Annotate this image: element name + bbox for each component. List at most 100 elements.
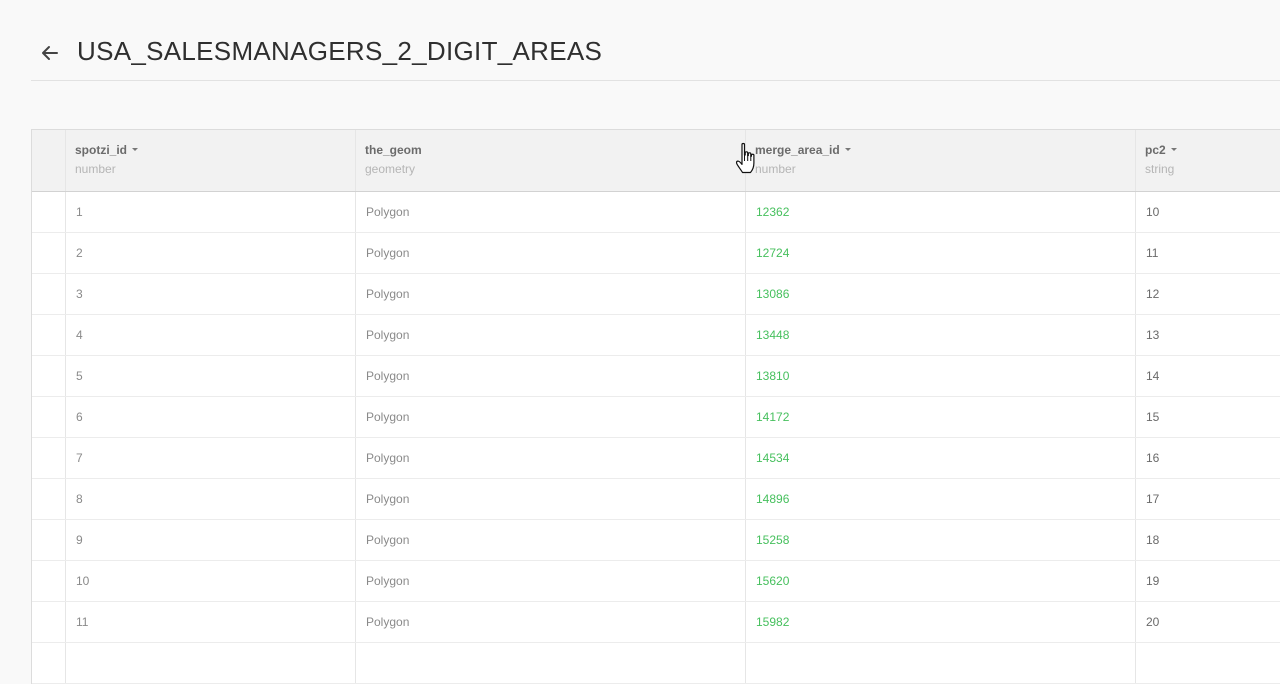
cell-value: Polygon [366,533,410,547]
cell-pc2[interactable]: 12 [1135,274,1280,314]
row-selector[interactable] [32,438,65,478]
cell-value: Polygon [366,492,410,506]
column-name[interactable]: pc2 [1145,143,1177,157]
cell-merge-area-id[interactable]: 15258 [745,520,1136,560]
cell-the-geom[interactable]: Polygon [355,356,746,396]
row-selector[interactable] [32,561,65,601]
cell-pc2[interactable]: 20 [1135,602,1280,642]
cell-merge-area-id[interactable]: 15982 [745,602,1136,642]
caret-down-icon[interactable] [844,148,851,152]
cell-spotzi-id[interactable]: 8 [65,479,356,519]
cell-value: Polygon [366,615,410,629]
cell-value: 3 [76,287,83,301]
cell-pc2[interactable]: 11 [1135,233,1280,273]
cell-spotzi-id[interactable]: 9 [65,520,356,560]
cell-merge-area-id[interactable]: 15620 [745,561,1136,601]
table-row[interactable]: 11 Polygon 15982 20 [32,602,1280,643]
row-selector[interactable] [32,192,65,232]
table-row[interactable]: 1 Polygon 12362 10 [32,192,1280,233]
cell-the-geom[interactable]: Polygon [355,438,746,478]
row-selector[interactable] [32,520,65,560]
caret-down-icon[interactable] [1170,148,1177,152]
table-row[interactable]: 4 Polygon 13448 13 [32,315,1280,356]
cell-merge-area-id[interactable] [745,643,1136,683]
cell-value: 11 [1146,246,1159,260]
cell-pc2[interactable]: 19 [1135,561,1280,601]
cell-spotzi-id[interactable]: 1 [65,192,356,232]
cell-pc2[interactable]: 16 [1135,438,1280,478]
row-selector[interactable] [32,602,65,642]
cell-value: 15620 [756,574,790,588]
table-row[interactable]: 6 Polygon 14172 15 [32,397,1280,438]
cell-value: 15 [1146,410,1160,424]
cell-pc2[interactable]: 18 [1135,520,1280,560]
row-selector[interactable] [32,315,65,355]
row-selector[interactable] [32,274,65,314]
cell-value: 13 [1146,328,1160,342]
cell-merge-area-id[interactable]: 14172 [745,397,1136,437]
cell-spotzi-id[interactable]: 5 [65,356,356,396]
cell-value: 18 [1146,533,1160,547]
cell-the-geom[interactable] [355,643,746,683]
cell-merge-area-id[interactable]: 12362 [745,192,1136,232]
cell-the-geom[interactable]: Polygon [355,397,746,437]
cell-merge-area-id[interactable]: 13086 [745,274,1136,314]
table-row[interactable]: 5 Polygon 13810 14 [32,356,1280,397]
cell-merge-area-id[interactable]: 13810 [745,356,1136,396]
cell-pc2[interactable]: 15 [1135,397,1280,437]
caret-down-icon[interactable] [132,148,139,152]
cell-pc2[interactable]: 17 [1135,479,1280,519]
cell-the-geom[interactable]: Polygon [355,602,746,642]
cell-the-geom[interactable]: Polygon [355,479,746,519]
row-selector[interactable] [32,643,65,683]
cell-merge-area-id[interactable]: 13448 [745,315,1136,355]
cell-pc2[interactable]: 13 [1135,315,1280,355]
cell-value: 13086 [756,287,790,301]
table-row[interactable]: 9 Polygon 15258 18 [32,520,1280,561]
row-selector[interactable] [32,356,65,396]
cell-value: Polygon [366,287,410,301]
cell-the-geom[interactable]: Polygon [355,520,746,560]
cell-merge-area-id[interactable]: 14534 [745,438,1136,478]
cell-value: 15258 [756,533,790,547]
column-type: number [755,162,796,176]
cell-merge-area-id[interactable]: 14896 [745,479,1136,519]
row-selector[interactable] [32,233,65,273]
table-row[interactable]: 3 Polygon 13086 12 [32,274,1280,315]
cell-the-geom[interactable]: Polygon [355,192,746,232]
column-header-merge-area-id[interactable]: merge_area_id number [745,130,1136,191]
table-row[interactable]: 10 Polygon 15620 19 [32,561,1280,602]
column-name[interactable]: spotzi_id [75,143,139,157]
cell-pc2[interactable]: 10 [1135,192,1280,232]
cell-spotzi-id[interactable]: 11 [65,602,356,642]
cell-value: 13810 [756,369,790,383]
table-row[interactable] [32,643,1280,684]
column-header-pc2[interactable]: pc2 string [1135,130,1280,191]
cell-spotzi-id[interactable]: 6 [65,397,356,437]
column-header-spotzi-id[interactable]: spotzi_id number [65,130,356,191]
cell-spotzi-id[interactable]: 3 [65,274,356,314]
row-selector[interactable] [32,479,65,519]
column-name[interactable]: merge_area_id [755,143,851,157]
column-header-the-geom[interactable]: the_geom geometry [355,130,746,191]
cell-value: Polygon [366,328,410,342]
cell-pc2[interactable]: 14 [1135,356,1280,396]
arrow-left-icon[interactable] [39,42,61,64]
column-name[interactable]: the_geom [365,143,422,157]
row-selector[interactable] [32,397,65,437]
cell-spotzi-id[interactable]: 7 [65,438,356,478]
cell-the-geom[interactable]: Polygon [355,315,746,355]
cell-spotzi-id[interactable]: 4 [65,315,356,355]
cell-spotzi-id[interactable]: 2 [65,233,356,273]
table-row[interactable]: 8 Polygon 14896 17 [32,479,1280,520]
cell-the-geom[interactable]: Polygon [355,233,746,273]
cell-pc2[interactable] [1135,643,1280,683]
table-row[interactable]: 7 Polygon 14534 16 [32,438,1280,479]
cell-spotzi-id[interactable] [65,643,356,683]
cell-the-geom[interactable]: Polygon [355,561,746,601]
cell-merge-area-id[interactable]: 12724 [745,233,1136,273]
table-row[interactable]: 2 Polygon 12724 11 [32,233,1280,274]
column-type: string [1145,162,1175,176]
cell-the-geom[interactable]: Polygon [355,274,746,314]
cell-spotzi-id[interactable]: 10 [65,561,356,601]
